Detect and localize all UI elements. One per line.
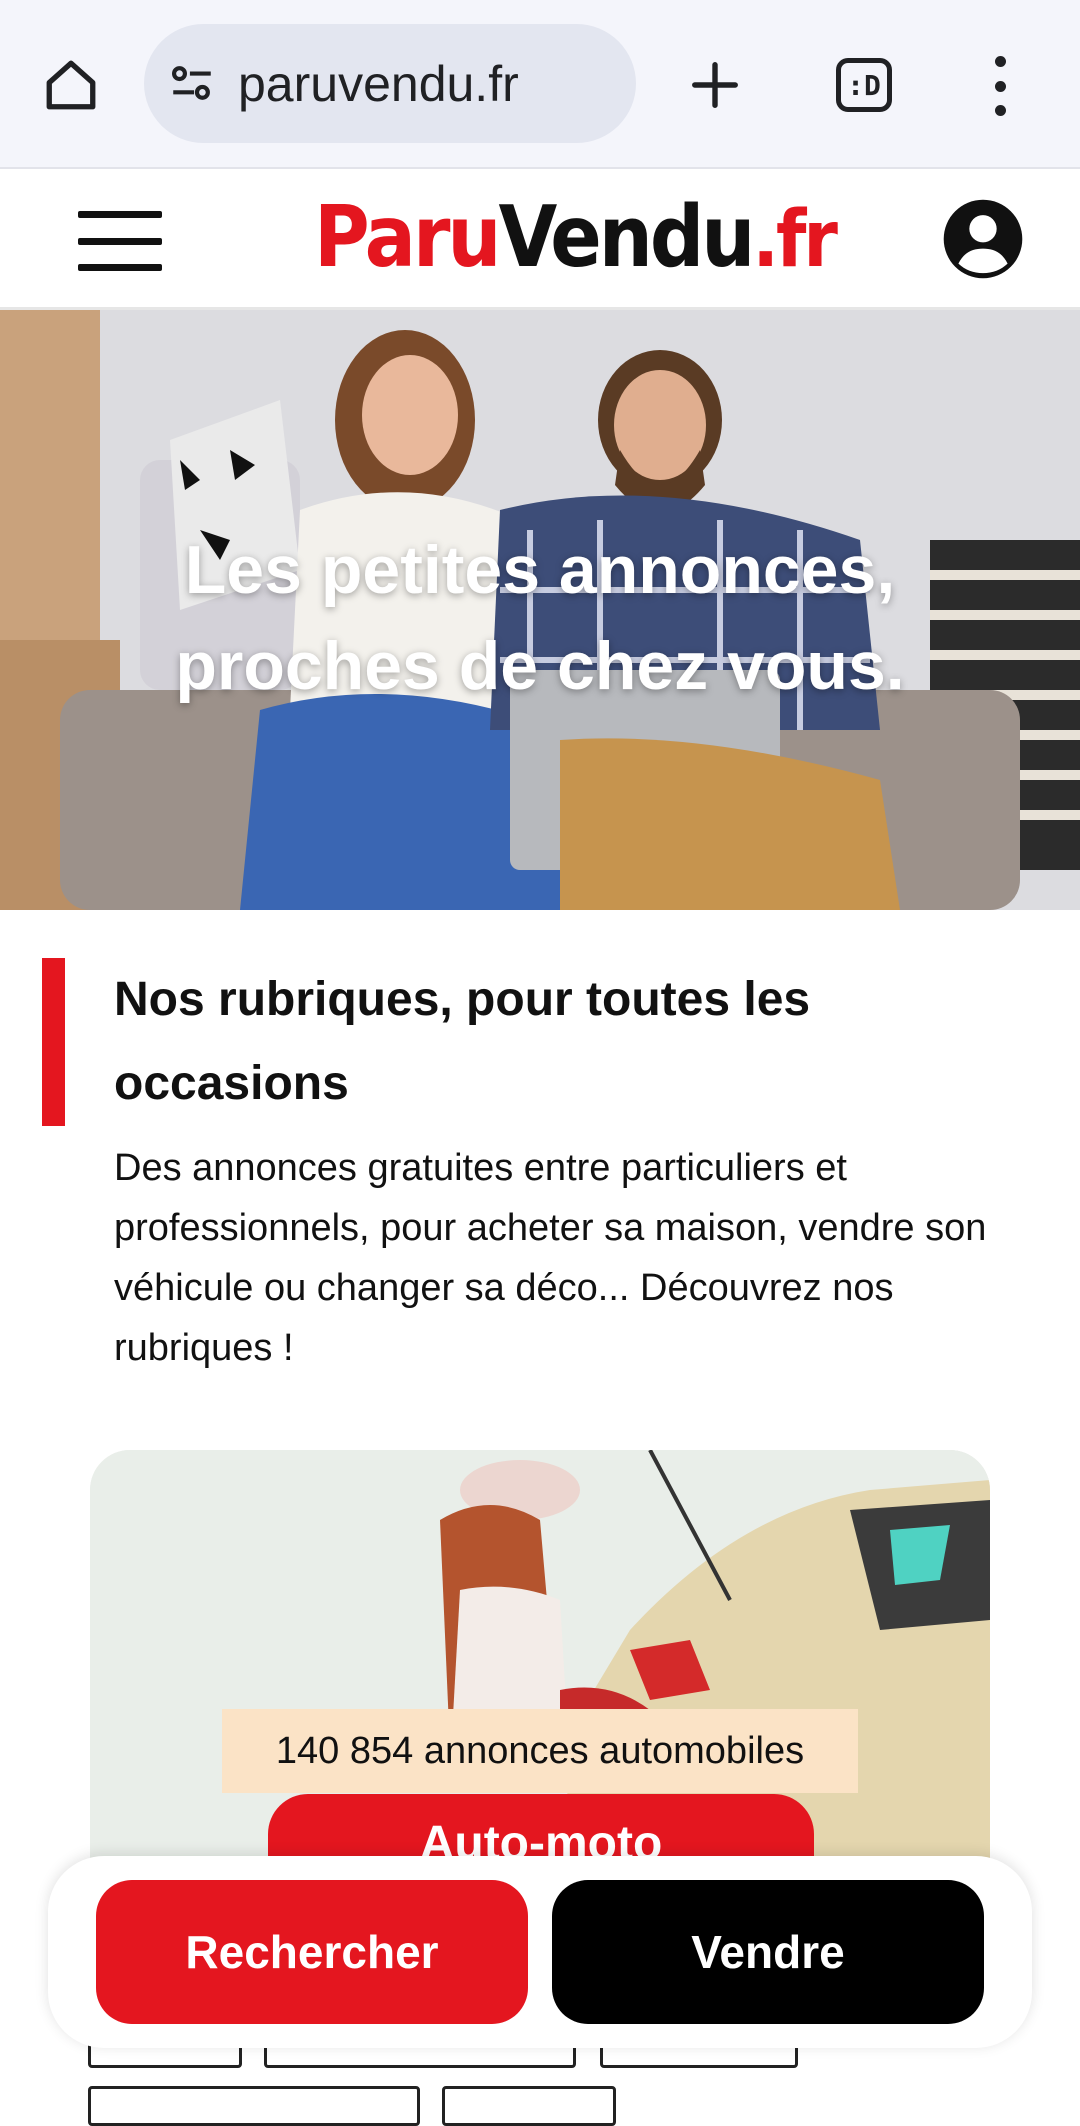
new-tab-icon[interactable] [684,52,746,118]
hero-banner: Les petites annonces, proches de chez vo… [0,310,1080,910]
address-bar[interactable]: paruvendu.fr [144,24,636,143]
site-settings-icon[interactable] [164,56,220,112]
section-description: Des annonces gratuites entre particulier… [114,1147,987,1369]
account-circle-icon[interactable] [942,198,1024,280]
search-button[interactable]: Rechercher [96,1880,528,2024]
hero-highlight: chez vous. [553,618,909,714]
tab-switcher-icon[interactable]: :D [836,58,892,112]
category-tag[interactable] [442,2086,616,2126]
sell-button[interactable]: Vendre [552,1880,984,2024]
sticky-action-bar: Rechercher Vendre [48,1856,1032,2048]
section-title: Nos rubriques, pour toutes les occasions [114,973,811,1110]
hero-title-line2: proches de chez vous. [0,618,1080,714]
hero-title: Les petites annonces, proches de chez vo… [0,522,1080,714]
site-header: ParuVendu.fr [0,169,1080,310]
category-tag[interactable] [88,2086,420,2126]
site-logo[interactable]: ParuVendu.fr [314,183,838,291]
section-accent-bar [42,958,65,1126]
hero-title-line1: Les petites annonces, [184,532,896,608]
hamburger-menu-icon[interactable] [78,211,162,271]
category-count: 140 854 annonces automobiles [222,1709,858,1793]
browser-toolbar: paruvendu.fr :D [0,0,1080,169]
more-vert-icon[interactable] [982,56,1018,116]
home-icon[interactable] [38,52,104,118]
url-text: paruvendu.fr [238,55,519,112]
